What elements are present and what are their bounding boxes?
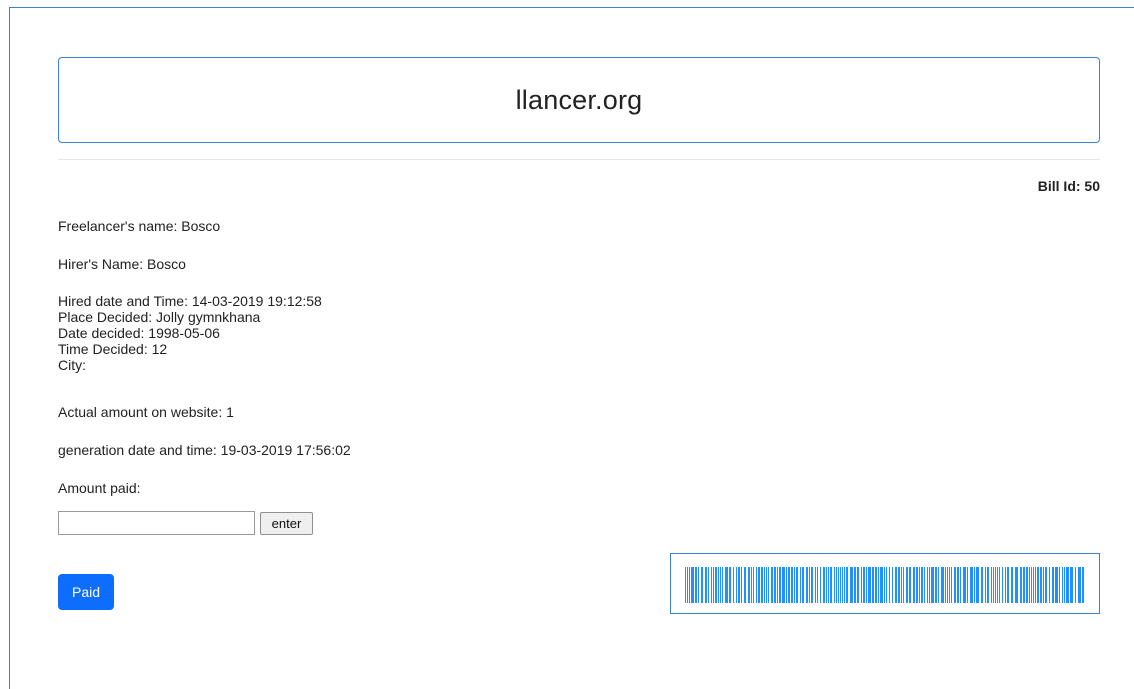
barcode-icon: [685, 567, 1084, 603]
amount-paid-input[interactable]: [58, 511, 255, 535]
actual-amount: Actual amount on website: 1: [58, 404, 234, 420]
time-decided: Time Decided: 12: [58, 341, 168, 357]
barcode-box: [670, 553, 1100, 614]
place-decided: Place Decided: Jolly gymnkhana: [58, 309, 261, 325]
date-decided: Date decided: 1998-05-06: [58, 325, 220, 341]
bill-id: Bill Id: 50: [1037, 178, 1100, 194]
site-title: llancer.org: [515, 84, 643, 115]
freelancer-name: Freelancer's name: Bosco: [58, 218, 221, 234]
amount-paid-label: Amount paid:: [58, 480, 141, 496]
hirer-name: Hirer's Name: Bosco: [58, 256, 186, 272]
header-divider: [58, 159, 1100, 160]
enter-button[interactable]: enter: [260, 512, 313, 535]
site-header: llancer.org: [58, 57, 1100, 143]
generation-datetime: generation date and time: 19-03-2019 17:…: [58, 442, 351, 458]
hire-details: Hired date and Time: 14-03-2019 19:12:58…: [58, 293, 322, 373]
city: City:: [58, 357, 86, 373]
hired-datetime: Hired date and Time: 14-03-2019 19:12:58: [58, 293, 322, 309]
paid-button[interactable]: Paid: [58, 574, 114, 610]
